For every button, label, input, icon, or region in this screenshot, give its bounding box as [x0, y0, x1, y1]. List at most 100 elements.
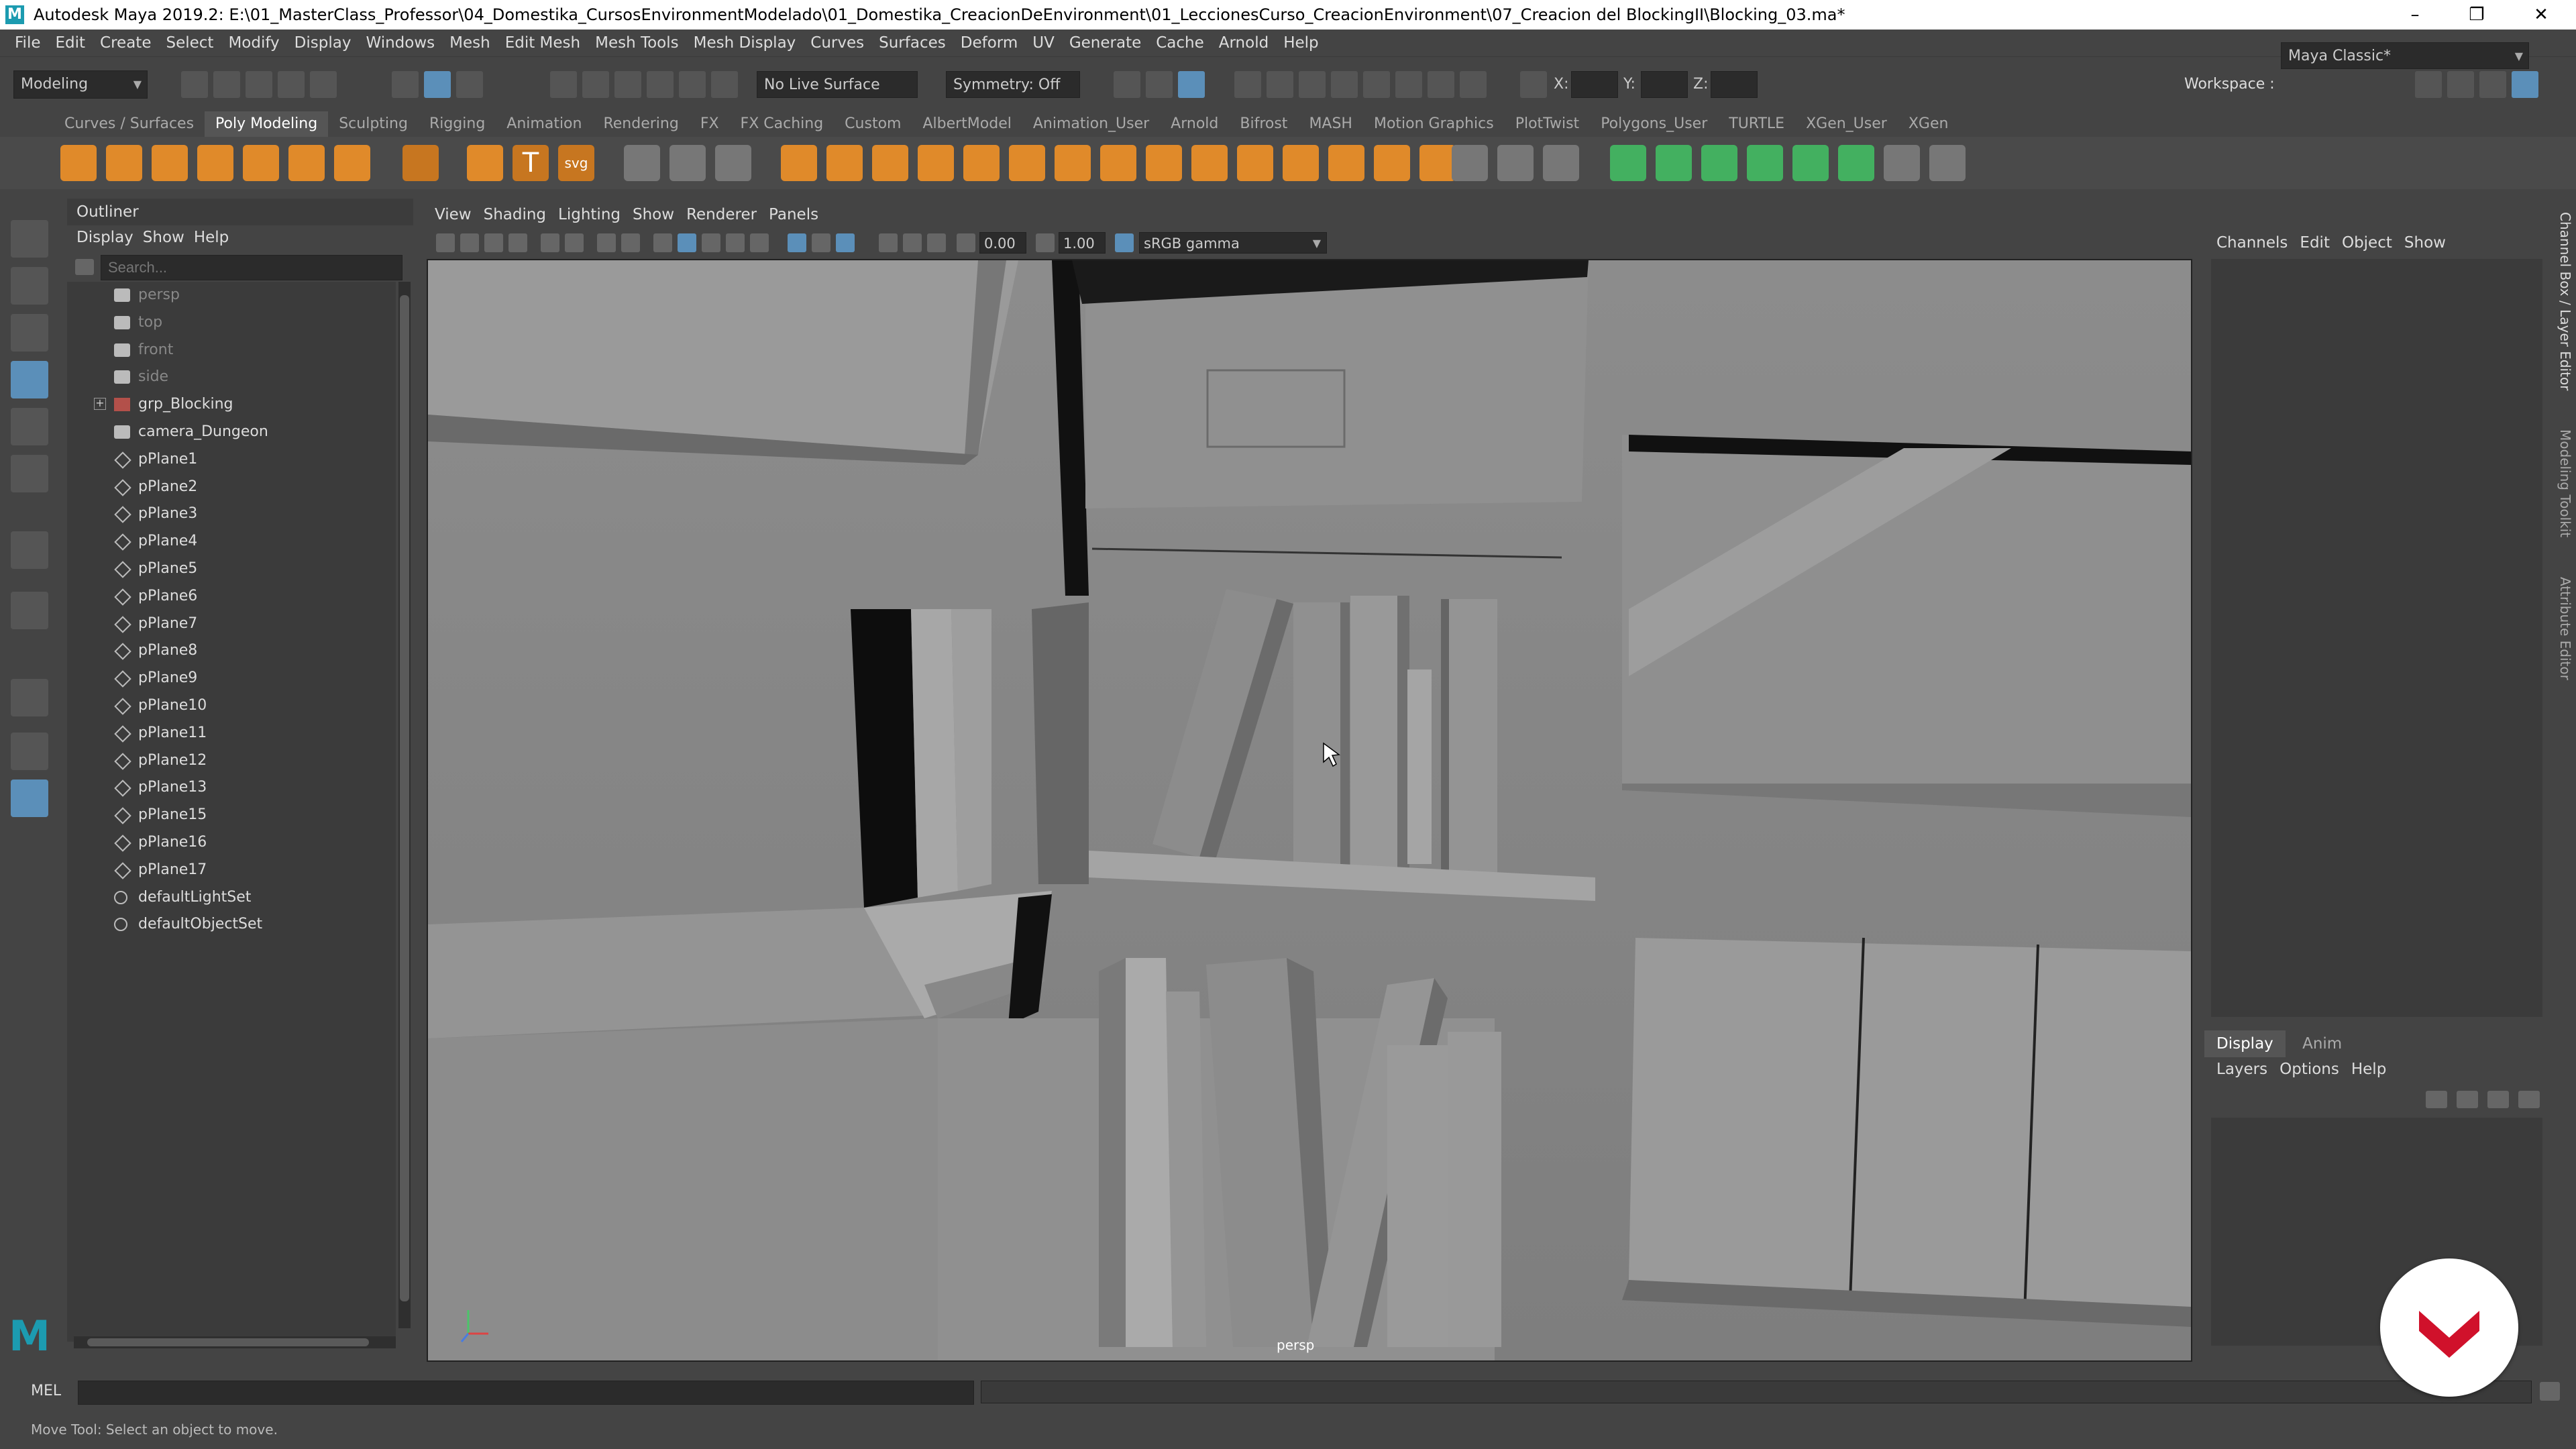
- render-settings-icon[interactable]: [1331, 71, 1358, 98]
- separate-icon[interactable]: [826, 145, 863, 181]
- anti-aliasing-icon[interactable]: [927, 233, 946, 252]
- menu-file[interactable]: File: [15, 30, 41, 56]
- camera-attributes-icon[interactable]: [460, 233, 479, 252]
- extract-icon[interactable]: [1055, 145, 1091, 181]
- wedge-icon[interactable]: [1328, 145, 1364, 181]
- lasso-tool-icon[interactable]: [11, 267, 48, 305]
- outliner-menu-help[interactable]: Help: [194, 225, 229, 250]
- outliner-item[interactable]: camera_Dungeon: [67, 419, 396, 445]
- outliner-item[interactable]: pPlane10: [67, 692, 396, 719]
- wireframe-icon[interactable]: [653, 233, 672, 252]
- select-camera-icon[interactable]: [436, 233, 455, 252]
- boolean-icon[interactable]: [872, 145, 908, 181]
- image-plane-icon[interactable]: [508, 233, 527, 252]
- attribute-editor-icon[interactable]: [2447, 71, 2474, 98]
- outliner-item[interactable]: pPlane13: [67, 774, 396, 801]
- single-perspective-layout-icon[interactable]: [11, 592, 48, 629]
- uv-spherical-icon[interactable]: [1701, 145, 1737, 181]
- motion-blur-icon[interactable]: [903, 233, 922, 252]
- channel-box-layer-editor-tab[interactable]: Channel Box / Layer Editor: [2553, 212, 2573, 390]
- select-component-icon[interactable]: [456, 71, 483, 98]
- menu-mesh-display[interactable]: Mesh Display: [694, 30, 796, 56]
- new-layer-icon[interactable]: [2487, 1091, 2509, 1108]
- menu-select[interactable]: Select: [166, 30, 213, 56]
- shelf-tab-albertmodel[interactable]: AlbertModel: [912, 111, 1022, 137]
- outliner-menu-show[interactable]: Show: [143, 225, 184, 250]
- uv-cylindrical-icon[interactable]: [1656, 145, 1692, 181]
- outliner-item[interactable]: pPlane11: [67, 720, 396, 747]
- render-current-icon[interactable]: [1267, 71, 1293, 98]
- outliner-item[interactable]: pPlane17: [67, 857, 396, 883]
- persp-outliner-layout-icon[interactable]: [11, 733, 48, 770]
- outliner-horizontal-scrollbar[interactable]: [74, 1336, 396, 1348]
- platonic-solid-icon[interactable]: [402, 145, 439, 181]
- new-layer-selected-icon[interactable]: [2518, 1091, 2540, 1108]
- sculpt-icon[interactable]: [624, 145, 660, 181]
- reduce-icon[interactable]: [963, 145, 1000, 181]
- workspace-dropdown[interactable]: Maya Classic* ▼: [2281, 42, 2529, 69]
- select-tool-icon[interactable]: [11, 220, 48, 258]
- relax-icon[interactable]: [669, 145, 706, 181]
- exposure-field[interactable]: 0.00: [979, 232, 1026, 254]
- snap-point-icon[interactable]: [614, 71, 641, 98]
- menuset-dropdown[interactable]: Modeling ▼: [13, 70, 148, 99]
- gamma-icon[interactable]: [1036, 233, 1055, 252]
- menu-arnold[interactable]: Arnold: [1219, 30, 1269, 56]
- shelf-tab-motion-graphics[interactable]: Motion Graphics: [1363, 111, 1505, 137]
- multi-cut-icon[interactable]: [1452, 145, 1488, 181]
- outliner-item[interactable]: defaultLightSet: [67, 884, 396, 911]
- undo-icon[interactable]: [278, 71, 305, 98]
- history-icon[interactable]: [1114, 71, 1140, 98]
- outliner-item[interactable]: front: [67, 337, 396, 364]
- viewport-menu-renderer[interactable]: Renderer: [686, 201, 757, 228]
- screen-space-ao-icon[interactable]: [879, 233, 898, 252]
- layer-editor-menu-options[interactable]: Options: [2279, 1057, 2339, 1081]
- live-surface-field[interactable]: No Live Surface: [757, 71, 918, 98]
- menu-deform[interactable]: Deform: [961, 30, 1018, 56]
- symmetry-dropdown[interactable]: Symmetry: Off: [946, 71, 1080, 98]
- menu-mesh-tools[interactable]: Mesh Tools: [595, 30, 679, 56]
- xray-joints-icon[interactable]: [836, 233, 855, 252]
- four-view-layout-icon[interactable]: [11, 679, 48, 716]
- layer-editor-menu-help[interactable]: Help: [2351, 1057, 2386, 1081]
- shelf-tab-xgen[interactable]: XGen: [1898, 111, 1960, 137]
- expand-icon[interactable]: +: [94, 398, 106, 411]
- outliner-item[interactable]: side: [67, 364, 396, 390]
- select-hierarchy-icon[interactable]: [392, 71, 419, 98]
- menu-help[interactable]: Help: [1283, 30, 1318, 56]
- outliner-menu-display[interactable]: Display: [76, 225, 133, 250]
- outliner-item[interactable]: pPlane12: [67, 747, 396, 774]
- poly-cylinder-icon[interactable]: [152, 145, 188, 181]
- input-ops-icon[interactable]: [1146, 71, 1173, 98]
- menu-mesh[interactable]: Mesh: [449, 30, 490, 56]
- channel-box-menu-object[interactable]: Object: [2342, 228, 2392, 258]
- snap-surface-icon[interactable]: [679, 71, 706, 98]
- menu-create[interactable]: Create: [100, 30, 151, 56]
- shelf-tab-mash[interactable]: MASH: [1298, 111, 1363, 137]
- outliner-item[interactable]: pPlane9: [67, 665, 396, 692]
- channel-box-menu-edit[interactable]: Edit: [2300, 228, 2330, 258]
- new-scene-icon[interactable]: [181, 71, 208, 98]
- minimize-button[interactable]: –: [2388, 0, 2442, 30]
- move-tool-icon[interactable]: [11, 361, 48, 398]
- channel-box-menu-channels[interactable]: Channels: [2216, 228, 2288, 258]
- bevel-icon[interactable]: [1191, 145, 1228, 181]
- shelf-tab-bifrost[interactable]: Bifrost: [1229, 111, 1298, 137]
- script-language-label[interactable]: MEL: [31, 1377, 61, 1406]
- poly-sphere-icon[interactable]: [60, 145, 97, 181]
- color-space-dropdown[interactable]: sRGB gamma ▼: [1139, 232, 1327, 254]
- outliner-item[interactable]: pPlane16: [67, 829, 396, 856]
- lights-icon[interactable]: [750, 233, 769, 252]
- shelf-tab-fx-caching[interactable]: FX Caching: [730, 111, 835, 137]
- resolution-gate-icon[interactable]: [597, 233, 616, 252]
- shelf-tab-rendering[interactable]: Rendering: [592, 111, 689, 137]
- textured-icon[interactable]: [726, 233, 745, 252]
- move-layer-down-icon[interactable]: [2457, 1091, 2478, 1108]
- restore-button[interactable]: ❐: [2450, 0, 2504, 30]
- outliner-item[interactable]: + grp_Blocking: [67, 391, 396, 418]
- last-tool-icon[interactable]: [11, 531, 48, 569]
- super-shape-icon[interactable]: [467, 145, 503, 181]
- outliner-item[interactable]: pPlane4: [67, 528, 396, 555]
- uv-automatic-icon[interactable]: [1747, 145, 1783, 181]
- outliner-search-input[interactable]: [101, 255, 402, 280]
